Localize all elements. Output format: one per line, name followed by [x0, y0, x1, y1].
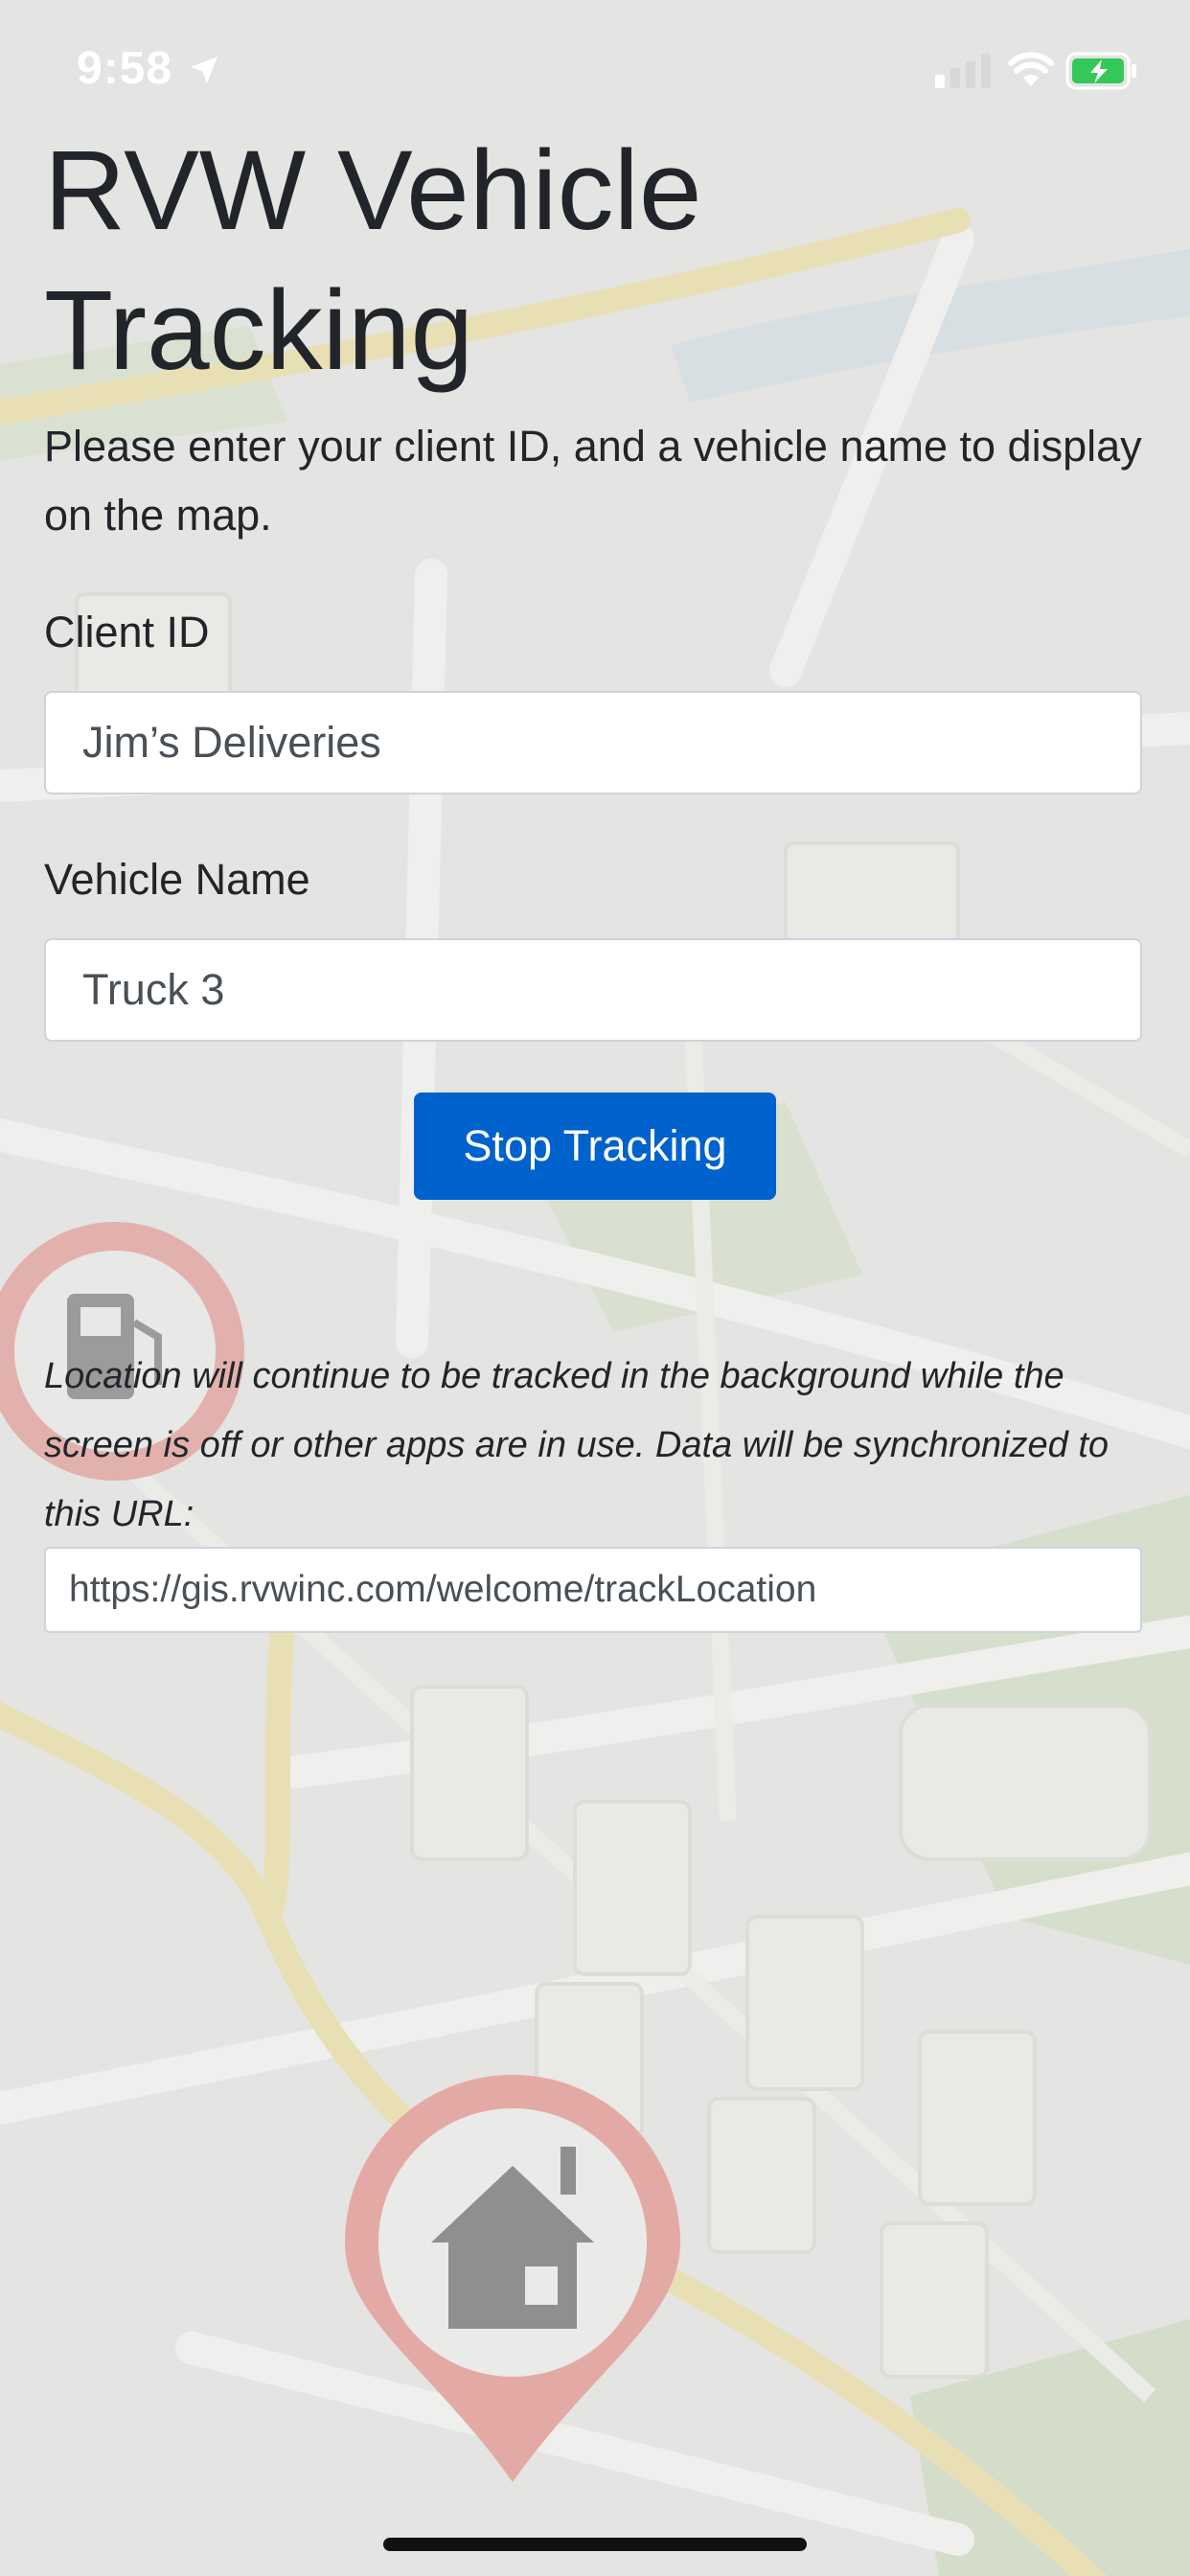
- cellular-signal-icon: [935, 54, 991, 88]
- sync-url-input[interactable]: [44, 1547, 1142, 1633]
- background-sync-note: Location will continue to be tracked in …: [44, 1356, 1110, 1534]
- home-indicator[interactable]: [383, 2538, 807, 2551]
- status-time: 9:58: [77, 43, 173, 94]
- page-title: RVW Vehicle Tracking: [44, 127, 702, 394]
- client-id-label: Client ID: [44, 608, 210, 656]
- location-arrow-icon: [190, 56, 218, 84]
- vehicle-name-input[interactable]: [44, 938, 1142, 1042]
- battery-charging-icon: [1065, 52, 1136, 90]
- intro-text: Please enter your client ID, and a vehic…: [44, 422, 1142, 540]
- vehicle-name-label: Vehicle Name: [44, 855, 310, 904]
- wifi-icon: [1008, 52, 1054, 86]
- stop-tracking-button[interactable]: Stop Tracking: [414, 1092, 776, 1200]
- client-id-input[interactable]: [44, 691, 1142, 794]
- status-bar: 9:58: [0, 0, 1190, 134]
